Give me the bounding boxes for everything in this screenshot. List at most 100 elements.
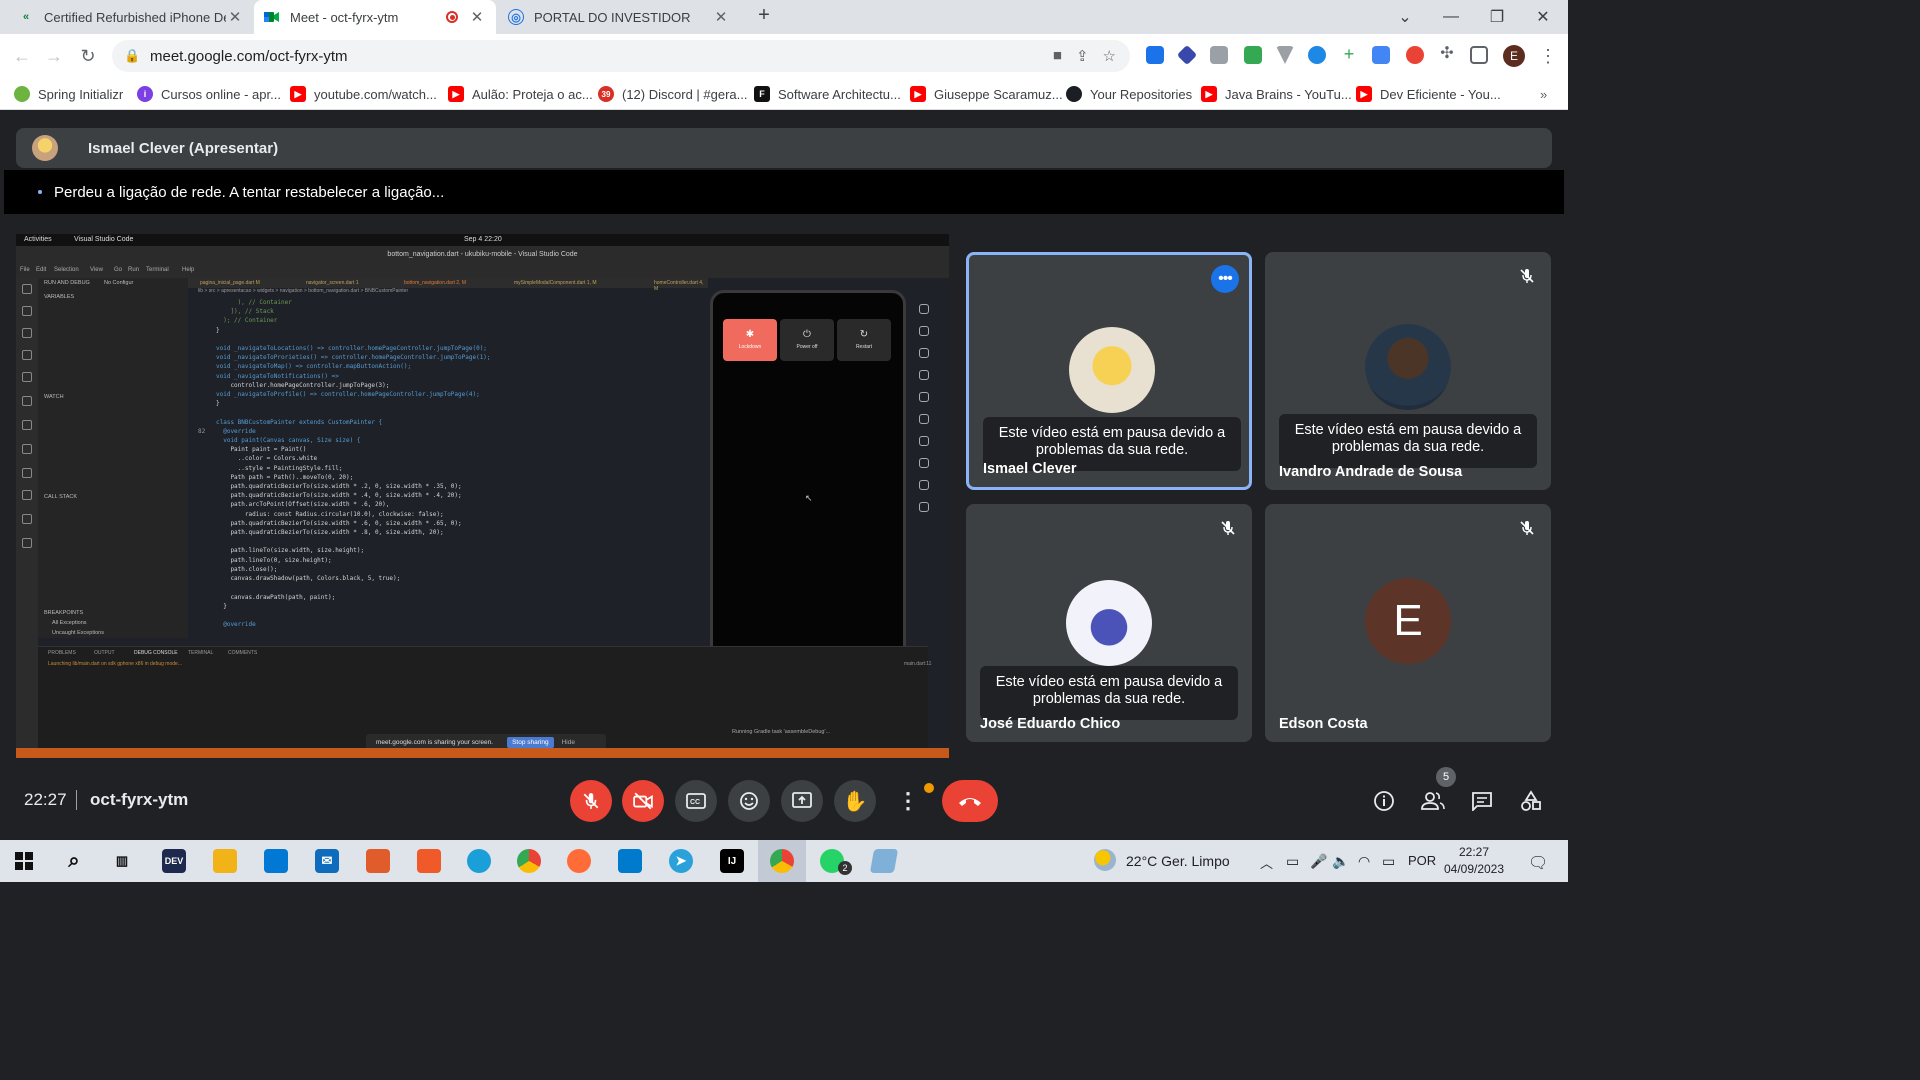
participant-tile-ivandro[interactable]: Este vídeo está em pausa devido a proble… (1265, 252, 1551, 490)
bookmark-aulao[interactable]: ▶ Aulão: Proteja o ac... (448, 84, 593, 104)
more-options-button[interactable]: ••• (1211, 265, 1239, 293)
weather-text[interactable]: 22°C Ger. Limpo (1126, 853, 1230, 869)
leave-call-button[interactable] (942, 780, 998, 822)
extension-pen-icon[interactable] (1146, 46, 1164, 64)
microsoft-store-icon[interactable] (264, 849, 288, 873)
vscode-icon[interactable] (618, 849, 642, 873)
more-options-toolbar-button[interactable]: ⋮ (887, 780, 929, 822)
minimize-icon[interactable]: — (1428, 0, 1474, 34)
volume-icon[interactable]: 🔈 (1332, 853, 1349, 870)
extensions-puzzle-icon[interactable]: ✣ (1438, 46, 1456, 64)
side-panel-icon[interactable] (1470, 46, 1488, 64)
file-explorer-icon[interactable] (213, 849, 237, 873)
chrome-profile-icon[interactable] (770, 849, 794, 873)
telegram-icon[interactable]: ➤ (669, 849, 693, 873)
search-icon[interactable]: ⌕ (62, 849, 86, 873)
restart-label: Restart (855, 344, 873, 350)
tab-portal-investidor[interactable]: ◎ PORTAL DO INVESTIDOR ✕ (498, 0, 740, 34)
reactions-button[interactable] (728, 780, 770, 822)
close-tab-icon[interactable]: ✕ (712, 8, 730, 26)
extension-blue-circle-icon[interactable] (1308, 46, 1326, 64)
meeting-details-button[interactable] (1369, 786, 1399, 816)
bookmark-discord[interactable]: 39 (12) Discord | #gera... (598, 84, 747, 104)
chat-button[interactable] (1467, 786, 1497, 816)
participant-tile-ismael[interactable]: ••• Este vídeo está em pausa devido a pr… (966, 252, 1252, 490)
battery-icon[interactable]: ▭ (1382, 853, 1395, 870)
reload-icon[interactable]: ↻ (76, 44, 100, 68)
task-view-icon[interactable]: ▥ (110, 849, 134, 873)
tab-search-icon[interactable]: ⌄ (1382, 0, 1428, 34)
present-now-button[interactable] (781, 780, 823, 822)
app-window-icon[interactable] (869, 849, 899, 873)
tray-chevron-icon[interactable]: ︿ (1260, 853, 1273, 872)
edge-icon[interactable] (467, 849, 491, 873)
extension-puzzle-green-icon[interactable] (1244, 46, 1262, 64)
restore-icon[interactable]: ❐ (1474, 0, 1520, 34)
bookmark-giuseppe[interactable]: ▶ Giuseppe Scaramuz... (910, 84, 1063, 104)
captions-button[interactable]: CC (675, 780, 717, 822)
app-orange-icon[interactable] (417, 849, 441, 873)
extension-plus-icon[interactable]: + (1340, 45, 1358, 64)
postman-like-icon[interactable] (366, 849, 390, 873)
ubuntu-top-bar: Activities Visual Studio Code Sep 4 22:2… (16, 234, 949, 246)
youtube-icon: ▶ (1201, 86, 1217, 102)
weather-icon[interactable] (1094, 849, 1116, 871)
translate-icon[interactable] (1372, 46, 1390, 64)
camera-toggle-button[interactable] (622, 780, 664, 822)
mail-icon[interactable]: ✉ (315, 849, 339, 873)
bookmark-youtube-watch[interactable]: ▶ youtube.com/watch... (290, 84, 437, 104)
bookmark-repositories[interactable]: Your Repositories (1066, 84, 1192, 104)
close-tab-icon[interactable]: ✕ (226, 8, 244, 26)
profile-avatar[interactable]: E (1503, 45, 1525, 67)
discord-icon: 39 (598, 86, 614, 102)
taskbar-clock[interactable]: 22:27 04/09/2023 (1438, 844, 1510, 878)
forward-icon[interactable]: → (42, 44, 66, 68)
notifications-icon[interactable]: 🗨 (1528, 853, 1548, 873)
power-off-label: Power off (796, 344, 818, 350)
devtoys-icon[interactable]: DEV (162, 849, 186, 873)
close-window-icon[interactable]: ✕ (1520, 0, 1566, 34)
mic-toggle-button[interactable] (570, 780, 612, 822)
browser-tab-bar: « Certified Refurbished iPhone De ✕ Meet… (0, 0, 1568, 34)
bookmark-label: (12) Discord | #gera... (622, 86, 748, 102)
chrome-icon[interactable] (517, 849, 541, 873)
participant-tile-jose[interactable]: Este vídeo está em pausa devido a proble… (966, 504, 1252, 742)
camera-in-use-icon[interactable]: ■ (1053, 47, 1062, 65)
people-button[interactable] (1418, 786, 1448, 816)
meet-tray-icon[interactable]: ▭ (1286, 853, 1299, 870)
participant-tile-edson[interactable]: E Edson Costa (1265, 504, 1551, 742)
address-bar[interactable]: 🔒 meet.google.com/oct-fyrx-ytm ■ ⇪ ☆ (112, 40, 1130, 72)
new-tab-button[interactable]: + (752, 4, 776, 30)
menu-kebab-icon[interactable]: ⋮ (1536, 44, 1560, 68)
share-icon[interactable]: ⇪ (1076, 47, 1089, 65)
bookmark-java-brains[interactable]: ▶ Java Brains - YouTu... (1201, 84, 1352, 104)
more-bookmarks-icon[interactable]: » (1540, 84, 1547, 104)
raise-hand-button[interactable]: ✋ (834, 780, 876, 822)
activities-button[interactable] (1516, 786, 1546, 816)
extension-funnel-icon[interactable] (1276, 46, 1294, 64)
code-line: Path path = Path()..moveTo(0, 20); (216, 473, 354, 481)
bookmark-spring[interactable]: Spring Initializr (14, 84, 123, 104)
back-icon[interactable]: ← (10, 44, 34, 68)
microphone-tray-icon[interactable]: 🎤 (1310, 853, 1327, 870)
bookmark-star-icon[interactable]: ☆ (1103, 47, 1116, 65)
tab-iphone[interactable]: « Certified Refurbished iPhone De ✕ (8, 0, 254, 34)
bookmark-dev-eficiente[interactable]: ▶ Dev Eficiente - You... (1356, 84, 1501, 104)
extension-red-icon[interactable] (1406, 46, 1424, 64)
wifi-icon[interactable]: ◠ (1358, 853, 1370, 870)
language-indicator[interactable]: POR (1408, 853, 1436, 868)
windows-start-icon[interactable] (12, 849, 36, 873)
meeting-time: 22:27 (24, 790, 67, 809)
close-tab-icon[interactable]: ✕ (468, 8, 486, 26)
postman-icon[interactable] (567, 849, 591, 873)
spinner-dot-icon (38, 190, 42, 194)
bookmark-cursos[interactable]: i Cursos online - apr... (137, 84, 281, 104)
extension-badge-icon[interactable] (1176, 44, 1198, 66)
intellij-icon[interactable]: IJ (720, 849, 744, 873)
extension-camera-icon[interactable] (1210, 46, 1228, 64)
participant-name: Edson Costa (1279, 716, 1368, 732)
code-line: void _navigateToLocations() => controlle… (216, 345, 487, 353)
tab-meet[interactable]: Meet - oct-fyrx-ytm ✕ (254, 0, 496, 34)
bookmark-software-architecture[interactable]: F Software Architectu... (754, 84, 901, 104)
